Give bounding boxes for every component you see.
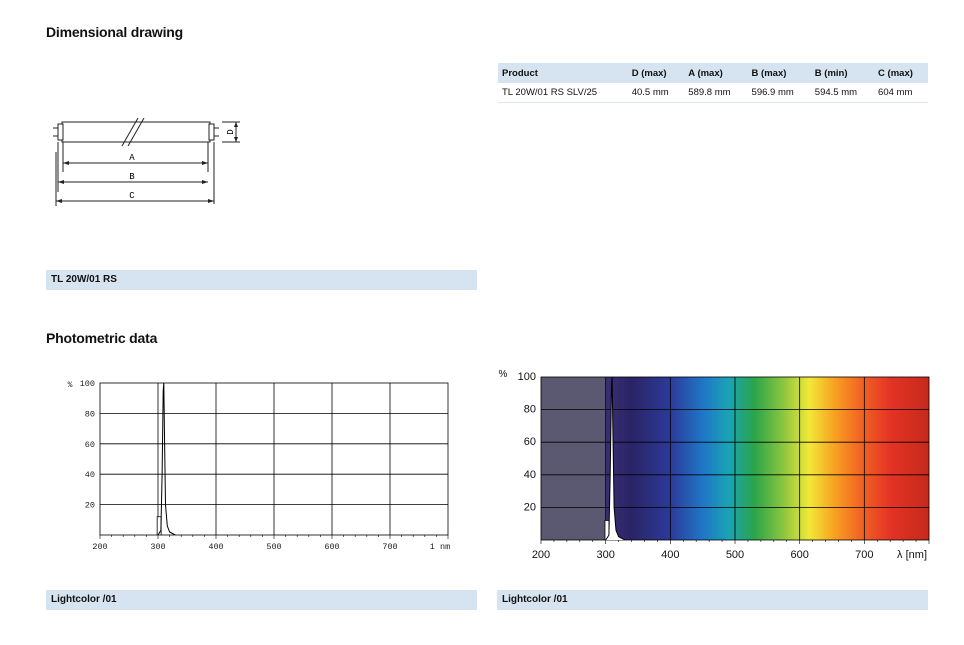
header-b-min: B (min) [810,63,875,83]
dimensional-drawing-title: Dimensional drawing [46,24,183,40]
x-tick-label: 500 [726,549,744,561]
cell-a-max: 589.8 mm [684,83,748,103]
x-tick-label: 700 [382,542,397,552]
cell-product: TL 20W/01 RS SLV/25 [498,83,628,103]
x-tick-label: 1 nm [430,542,450,552]
cell-c-max: 604 mm [874,83,928,103]
spectral-chart-color: 20 40 60 80 100 200 300 400 500 600 700% λ [nm] [499,369,930,561]
header-c-max: C (max) [874,63,928,83]
header-a-max: A (max) [684,63,748,83]
x-tick-label: 200 [92,542,107,552]
x-tick-label: 300 [596,549,614,561]
y-tick-label: 100 [80,379,95,389]
lightcolor-caption-right: Lightcolor /01 [497,590,928,610]
lightcolor-caption-left: Lightcolor /01 [46,590,477,610]
y-tick-label: 100 [518,371,536,383]
dim-label-c: C [129,191,135,201]
y-tick-label: 20 [524,501,536,513]
emission-series-line [157,383,176,535]
x-tick-label: 700 [855,549,873,561]
uv-region-band [541,377,606,540]
dim-label-a: A [129,153,135,163]
spectral-chart-mono: 20 40 60 80 100 200 300 400 500 600 700 1 nm% [68,379,451,552]
x-tick-label: 400 [208,542,223,552]
header-b-max: B (max) [747,63,811,83]
photometric-data-title: Photometric data [46,330,158,346]
lamp-dimension-drawing: A B C D [53,117,240,206]
header-d-max: D (max) [627,63,685,83]
x-tick-label: 600 [324,542,339,552]
visible-spectrum-band [605,377,929,540]
x-tick-label: 500 [266,542,281,552]
cell-b-max: 596.9 mm [747,83,811,103]
dim-label-d: D [226,129,236,134]
product-dimensions-table: Product D (max) A (max) B (max) B (min) … [498,63,928,103]
product-name-bar: TL 20W/01 RS [46,270,477,290]
x-tick-label: 300 [150,542,165,552]
header-product: Product [498,63,628,83]
cell-d-max: 40.5 mm [627,83,685,103]
y-tick-label: 80 [85,409,95,419]
y-tick-label: 60 [85,440,95,450]
y-tick-label: 80 [524,404,536,416]
y-axis-label: % [499,369,508,380]
y-tick-label: 40 [85,470,95,480]
y-tick-label: 40 [524,469,536,481]
table-header-row: Product D (max) A (max) B (max) B (min) … [498,63,928,83]
x-tick-label: 200 [532,549,550,561]
x-tick-label: 400 [661,549,679,561]
y-tick-label: 60 [524,436,536,448]
y-axis-label: % [68,381,73,390]
y-tick-label: 20 [85,501,95,511]
dim-label-b: B [129,172,135,182]
x-axis-label: λ [nm] [897,549,927,561]
table-row: TL 20W/01 RS SLV/25 40.5 mm 589.8 mm 596… [498,83,928,103]
cell-b-min: 594.5 mm [810,83,875,103]
x-tick-label: 600 [790,549,808,561]
